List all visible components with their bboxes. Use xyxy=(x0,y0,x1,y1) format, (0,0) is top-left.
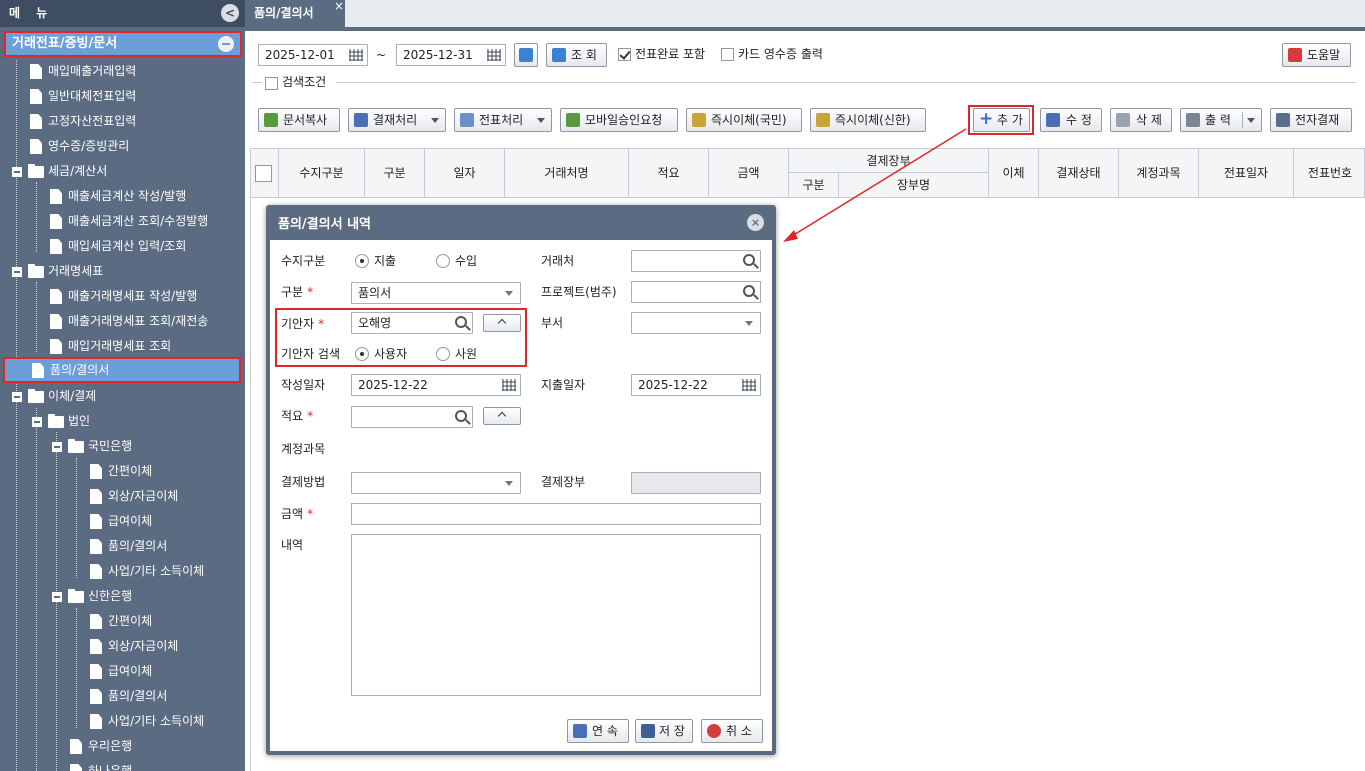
arrow-head xyxy=(783,230,798,242)
arrow-line xyxy=(791,128,967,237)
annotation-arrow xyxy=(783,128,967,242)
